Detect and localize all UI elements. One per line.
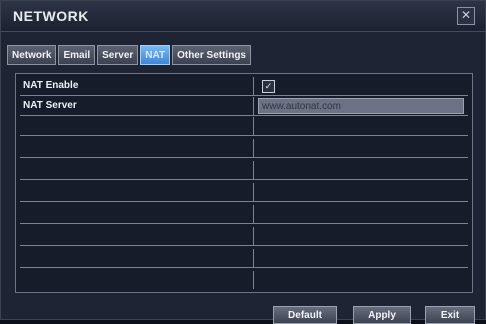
empty-cell: [20, 117, 254, 135]
nat-enable-row: NAT Enable ✓: [20, 77, 468, 96]
nat-server-cell: www.autonat.com: [256, 97, 468, 115]
empty-cell: [20, 139, 254, 157]
nat-server-label: NAT Server: [20, 97, 254, 115]
empty-row: [20, 183, 468, 202]
default-button[interactable]: Default: [273, 306, 337, 324]
nat-enable-cell: ✓: [256, 77, 468, 95]
network-dialog: NETWORK ✕ Network Email Server NAT Other…: [0, 0, 486, 324]
title-bar: NETWORK ✕: [1, 1, 485, 32]
apply-button[interactable]: Apply: [353, 306, 411, 324]
empty-cell: [20, 183, 254, 201]
nat-enable-label: NAT Enable: [20, 77, 254, 95]
empty-row: [20, 161, 468, 180]
empty-cell: [20, 227, 254, 245]
empty-row: [20, 271, 468, 290]
empty-row: [20, 227, 468, 246]
tab-email[interactable]: Email: [58, 45, 96, 65]
settings-panel: NAT Enable ✓ NAT Server www.autonat.com: [15, 73, 473, 293]
empty-row: [20, 139, 468, 158]
empty-cell: [20, 205, 254, 223]
empty-cell: [20, 271, 254, 289]
exit-button[interactable]: Exit: [425, 306, 475, 324]
tab-server[interactable]: Server: [97, 45, 139, 65]
nat-server-row: NAT Server www.autonat.com: [20, 97, 468, 116]
nat-enable-checkbox[interactable]: ✓: [262, 80, 275, 93]
tab-network[interactable]: Network: [7, 45, 57, 65]
tab-other-settings[interactable]: Other Settings: [172, 45, 251, 65]
tab-nat[interactable]: NAT: [140, 45, 171, 65]
nat-server-input[interactable]: www.autonat.com: [258, 98, 464, 114]
empty-row: [20, 205, 468, 224]
dialog-title: NETWORK: [13, 8, 89, 24]
empty-row: [20, 249, 468, 268]
empty-row: [20, 117, 468, 136]
close-icon[interactable]: ✕: [457, 7, 475, 25]
tab-bar: Network Email Server NAT Other Settings: [7, 45, 251, 65]
empty-cell: [20, 249, 254, 267]
empty-cell: [20, 161, 254, 179]
